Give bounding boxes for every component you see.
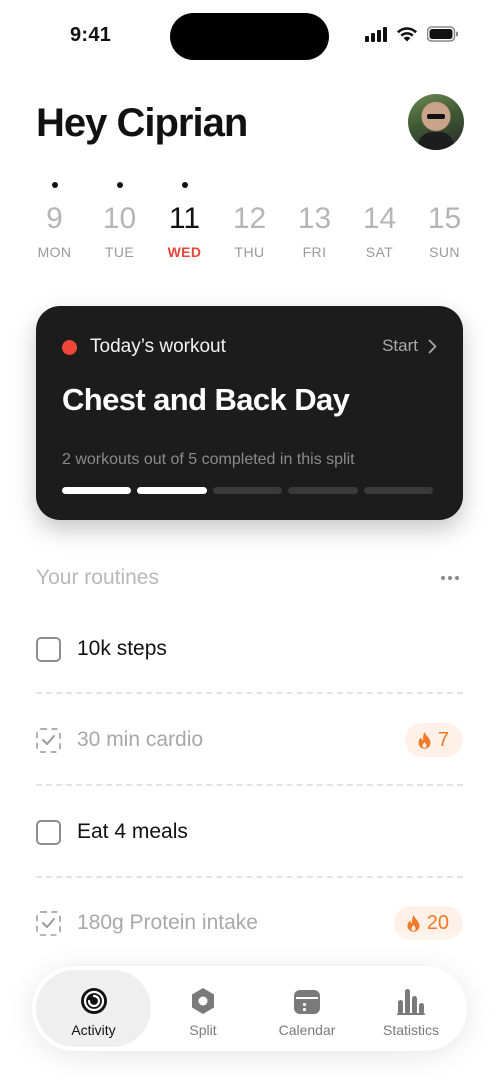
routine-divider [36, 692, 463, 694]
start-label: Start [382, 336, 418, 355]
start-workout-button[interactable]: Start [382, 336, 437, 356]
day-thu[interactable]: 12 THU [217, 178, 282, 268]
dynamic-island [170, 13, 329, 60]
header: Hey Ciprian [36, 94, 464, 154]
split-progress-text: 2 workouts out of 5 completed in this sp… [62, 451, 355, 468]
day-number: 10 [102, 202, 137, 235]
routine-label: 10k steps [77, 637, 167, 660]
split-icon [188, 986, 218, 1016]
day-label: MON [37, 244, 72, 260]
calendar-icon [292, 986, 322, 1016]
routine-item[interactable]: 30 min cardio 7 [36, 695, 463, 785]
live-indicator-dot [62, 340, 77, 355]
avatar[interactable] [408, 94, 464, 150]
day-number: 15 [427, 202, 462, 235]
status-bar: 9:41 [0, 0, 499, 70]
tab-statistics[interactable]: Statistics [359, 970, 463, 1047]
page-title: Hey Ciprian [36, 101, 248, 145]
routine-item[interactable]: Eat 4 meals [36, 787, 463, 877]
status-time: 9:41 [70, 24, 112, 46]
day-fri[interactable]: 13 FRI [282, 178, 347, 268]
flame-icon [417, 731, 432, 750]
routine-item[interactable]: 10k steps [36, 604, 463, 694]
day-mon[interactable]: 9 MON [22, 178, 87, 268]
day-wed[interactable]: 11 WED [152, 178, 217, 268]
workout-card-label: Today’s workout [90, 336, 226, 357]
day-label: SAT [365, 244, 394, 260]
progress-segment [212, 487, 283, 494]
tab-calendar[interactable]: Calendar [255, 970, 359, 1047]
progress-segment [363, 487, 434, 494]
routine-checkbox-checked[interactable] [36, 728, 61, 753]
activity-icon [79, 986, 109, 1016]
tab-label: Split [189, 1022, 217, 1038]
day-number: 9 [46, 202, 63, 235]
routine-label: Eat 4 meals [77, 820, 188, 843]
day-tue[interactable]: 10 TUE [87, 178, 152, 268]
day-label: WED [167, 244, 202, 260]
tab-label: Calendar [278, 1022, 336, 1038]
workout-title: Chest and Back Day [62, 382, 350, 417]
day-number: 11 [168, 202, 201, 235]
tab-split[interactable]: Split [151, 970, 255, 1047]
streak-count: 7 [437, 728, 449, 751]
wifi-icon [396, 26, 418, 42]
progress-segment [288, 487, 358, 494]
week-day-selector: 9 MON 10 TUE 11 WED 12 THU 13 FRI 14 SAT 15 SUN [22, 178, 477, 268]
more-options-icon[interactable] [441, 576, 459, 580]
routine-checkbox[interactable] [36, 820, 61, 845]
routines-header: Your routines [36, 566, 463, 594]
day-number: 14 [362, 202, 397, 235]
day-label: SUN [429, 244, 460, 260]
split-progress-bar [62, 487, 434, 494]
chevron-right-icon [428, 339, 437, 354]
todays-workout-card[interactable]: Today’s workout Start Chest and Back Day… [36, 306, 463, 520]
day-sat[interactable]: 14 SAT [347, 178, 412, 268]
workout-marker-dot [181, 182, 188, 188]
statistics-icon [396, 986, 426, 1016]
routine-divider [36, 876, 463, 878]
routine-label: 30 min cardio [77, 728, 204, 751]
workout-marker-dot [51, 182, 58, 188]
bottom-tab-bar: Activity Split Calendar Statistics [32, 966, 467, 1051]
day-number: 12 [232, 202, 267, 235]
tab-activity[interactable]: Activity [36, 970, 151, 1047]
streak-badge: 7 [404, 723, 463, 757]
cellular-signal-icon [365, 26, 387, 42]
day-sun[interactable]: 15 SUN [412, 178, 477, 268]
tab-label: Statistics [382, 1022, 439, 1038]
routine-divider [36, 784, 463, 786]
day-label: TUE [104, 244, 135, 260]
day-number: 13 [297, 202, 332, 235]
workout-marker-dot [116, 182, 123, 188]
routines-title: Your routines [36, 566, 159, 589]
bottom-fade [0, 930, 499, 970]
battery-icon [427, 26, 459, 42]
tab-label: Activity [71, 1022, 116, 1038]
day-label: THU [234, 244, 265, 260]
status-icons [365, 26, 459, 42]
routine-checkbox[interactable] [36, 637, 61, 662]
progress-segment [137, 487, 207, 494]
progress-segment [62, 487, 132, 494]
day-label: FRI [302, 244, 327, 260]
